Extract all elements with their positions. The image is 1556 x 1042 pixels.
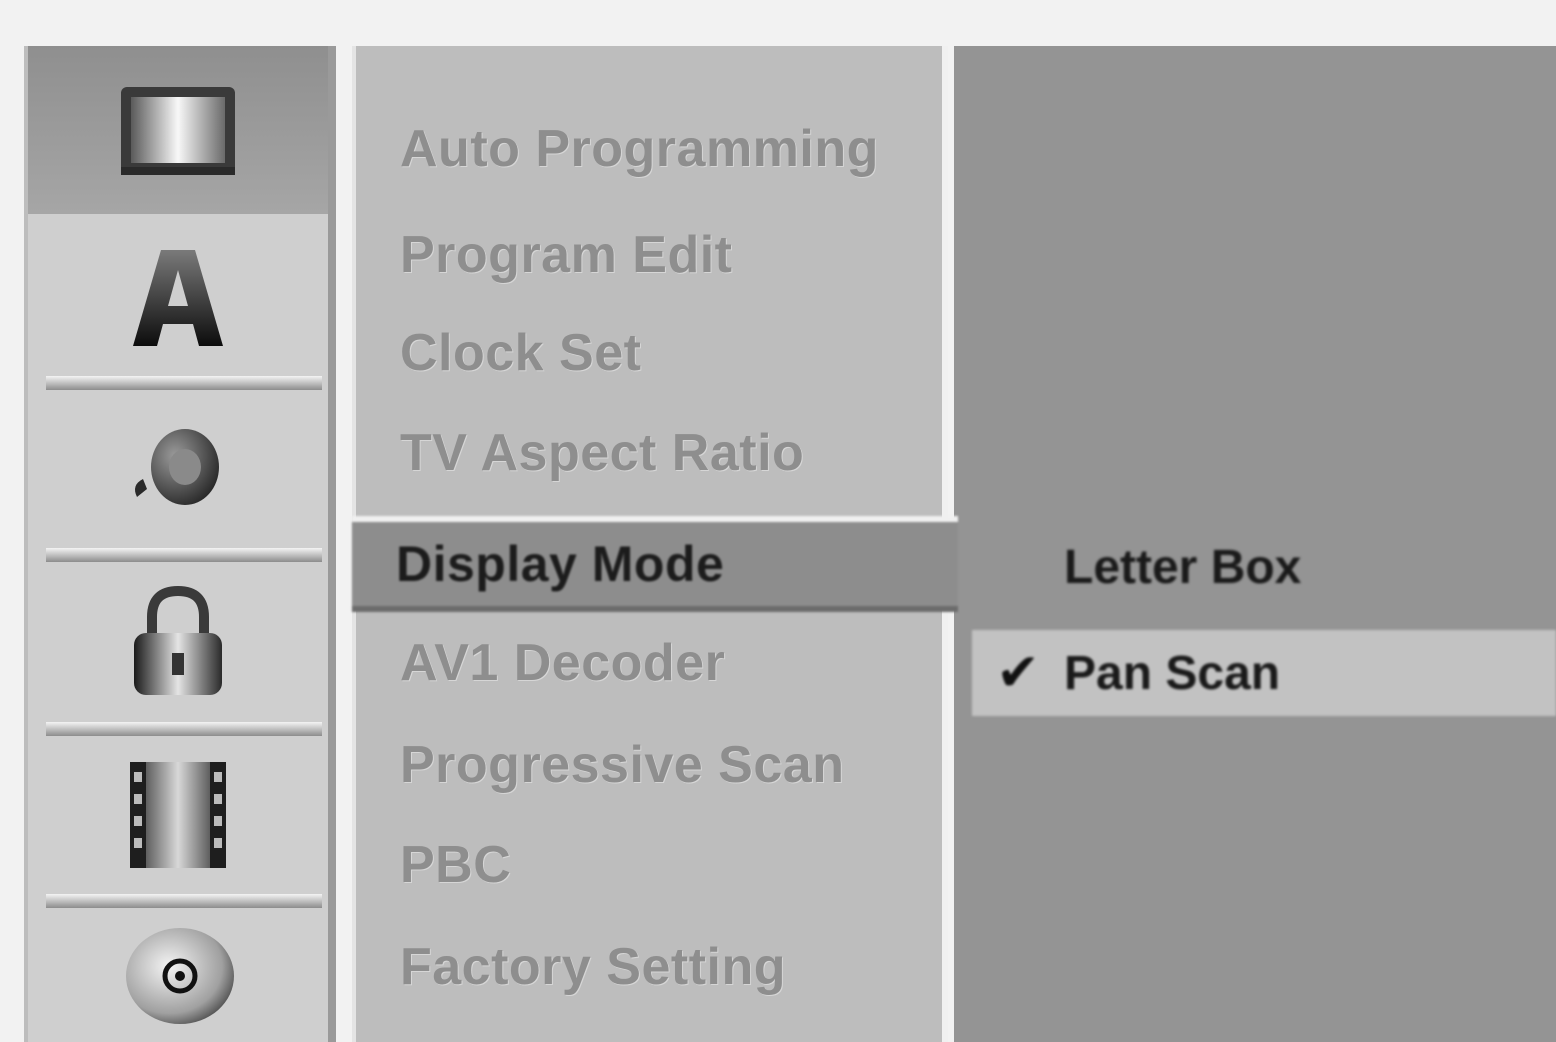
option-label: Letter Box	[1064, 540, 1302, 594]
menu-item-tv-aspect-ratio[interactable]: TV Aspect Ratio	[356, 418, 942, 488]
category-general[interactable]	[28, 46, 328, 214]
menu-item-av1-decoder[interactable]: AV1 Decoder	[356, 628, 942, 698]
category-lock[interactable]	[28, 566, 328, 716]
separator	[46, 894, 322, 908]
option-pan-scan[interactable]: ✔ Pan Scan	[972, 630, 1556, 716]
category-audio[interactable]	[28, 394, 328, 544]
category-recording[interactable]	[28, 740, 328, 890]
separator	[46, 548, 322, 562]
category-language[interactable]	[28, 222, 328, 372]
general-icon	[121, 87, 235, 175]
disc-icon	[126, 928, 234, 1024]
menu-item-auto-programming[interactable]: Auto Programming	[356, 114, 942, 184]
language-icon	[133, 250, 223, 346]
menu-item-program-edit[interactable]: Program Edit	[356, 220, 942, 290]
category-disc[interactable]	[28, 912, 328, 1042]
menu-item-progressive-scan[interactable]: Progressive Scan	[356, 730, 942, 800]
dvd-setup-screen: Auto Programming Program Edit Clock Set …	[0, 0, 1556, 1042]
lock-icon	[134, 585, 222, 695]
menu-item-clock-set[interactable]: Clock Set	[356, 318, 942, 388]
recording-icon	[130, 762, 226, 868]
settings-list: Auto Programming Program Edit Clock Set …	[352, 46, 958, 1042]
menu-item-factory-setting[interactable]: Factory Setting	[356, 932, 942, 1002]
option-letter-box[interactable]: Letter Box	[972, 524, 1556, 610]
option-label: Pan Scan	[1064, 646, 1281, 700]
menu-item-pbc[interactable]: PBC	[356, 830, 942, 900]
category-sidebar	[24, 46, 336, 1042]
audio-icon	[135, 429, 219, 505]
menu-item-display-mode[interactable]: Display Mode	[352, 516, 958, 612]
separator	[46, 376, 322, 390]
option-panel: Letter Box ✔ Pan Scan	[954, 46, 1556, 1042]
separator	[46, 722, 322, 736]
checkmark-icon: ✔	[996, 644, 1040, 702]
